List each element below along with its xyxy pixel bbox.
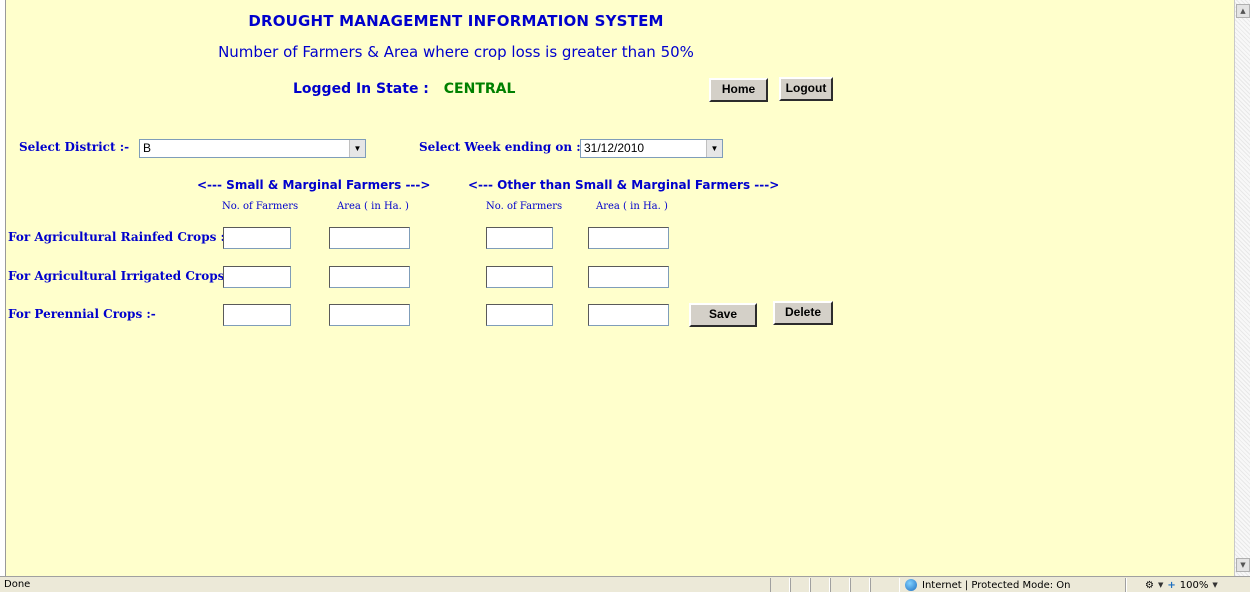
col-head-other-farmers: No. of Farmers (486, 201, 563, 212)
zone-text: Internet | Protected Mode: On (922, 579, 1071, 591)
status-divider (1125, 578, 1127, 592)
status-cell (830, 578, 850, 592)
vertical-scrollbar[interactable]: ▲ ▼ (1234, 0, 1250, 576)
logout-button[interactable]: Logout (779, 77, 833, 101)
status-cell (870, 578, 900, 592)
page-subtitle: Number of Farmers & Area where crop loss… (218, 43, 694, 61)
state-value: CENTRAL (443, 81, 516, 97)
zoom-icon: + (1167, 579, 1176, 591)
status-text: Done (4, 579, 31, 590)
irrigated-other-area-input[interactable] (588, 266, 669, 288)
rainfed-other-farmers-input[interactable] (486, 227, 553, 249)
page-content: DROUGHT MANAGEMENT INFORMATION SYSTEM Nu… (6, 0, 1234, 576)
perennial-small-area-input[interactable] (329, 304, 410, 326)
district-select[interactable]: B ▼ (139, 139, 366, 158)
chevron-down-icon[interactable]: ▼ (706, 140, 722, 157)
row-label-perennial: For Perennial Crops :- (8, 307, 156, 321)
app-title: DROUGHT MANAGEMENT INFORMATION SYSTEM (248, 12, 664, 30)
group-head-small-marginal: <--- Small & Marginal Farmers ---> (197, 178, 431, 192)
chevron-down-icon[interactable]: ▼ (1212, 581, 1217, 589)
irrigated-other-farmers-input[interactable] (486, 266, 553, 288)
district-label: Select District :- (19, 140, 130, 154)
protected-mode-icon[interactable]: ⚙ (1145, 580, 1154, 591)
district-select-value: B (143, 141, 152, 155)
irrigated-small-farmers-input[interactable] (223, 266, 291, 288)
col-head-other-area: Area ( in Ha. ) (596, 201, 668, 212)
row-label-rainfed: For Agricultural Rainfed Crops :- (8, 230, 230, 244)
col-head-small-area: Area ( in Ha. ) (337, 201, 409, 212)
row-label-irrigated: For Agricultural Irrigated Crops:- (8, 269, 234, 283)
zoom-control[interactable]: ⚙ ▼ + 100% ▼ (1145, 578, 1218, 592)
perennial-other-farmers-input[interactable] (486, 304, 553, 326)
group-head-other-farmers: <--- Other than Small & Marginal Farmers… (468, 178, 780, 192)
security-zone[interactable]: Internet | Protected Mode: On (905, 578, 1070, 592)
scroll-up-icon[interactable]: ▲ (1236, 4, 1250, 18)
week-select[interactable]: 31/12/2010 ▼ (580, 139, 723, 158)
perennial-small-farmers-input[interactable] (223, 304, 291, 326)
globe-icon (905, 579, 917, 591)
logged-in-state: Logged In State : CENTRAL (293, 81, 515, 97)
status-cell (810, 578, 830, 592)
week-label: Select Week ending on :- (419, 140, 586, 154)
home-button[interactable]: Home (709, 78, 768, 102)
status-cell (850, 578, 870, 592)
irrigated-small-area-input[interactable] (329, 266, 410, 288)
scroll-down-icon[interactable]: ▼ (1236, 558, 1250, 572)
zoom-level: 100% (1179, 579, 1209, 591)
rainfed-small-area-input[interactable] (329, 227, 410, 249)
perennial-other-area-input[interactable] (588, 304, 669, 326)
chevron-down-icon[interactable]: ▼ (1158, 581, 1163, 589)
week-select-value: 31/12/2010 (584, 141, 645, 155)
state-label: Logged In State : (293, 81, 429, 97)
status-cell (770, 578, 790, 592)
chevron-down-icon[interactable]: ▼ (349, 140, 365, 157)
browser-statusbar: Done Internet | Protected Mode: On ⚙ ▼ +… (0, 576, 1250, 592)
save-button[interactable]: Save (689, 303, 757, 327)
status-cell (790, 578, 810, 592)
rainfed-other-area-input[interactable] (588, 227, 669, 249)
col-head-small-farmers: No. of Farmers (222, 201, 299, 212)
rainfed-small-farmers-input[interactable] (223, 227, 291, 249)
delete-button[interactable]: Delete (773, 301, 833, 325)
